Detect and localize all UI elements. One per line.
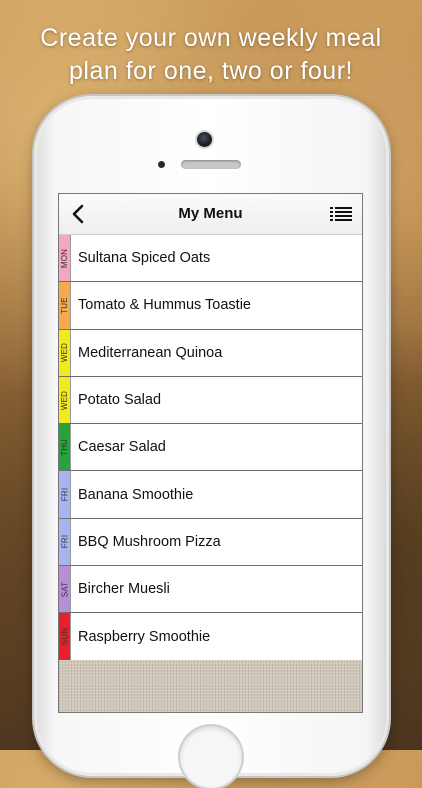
headline-line-1: Create your own weekly meal: [40, 24, 382, 52]
day-label: MON: [60, 248, 70, 268]
menu-list: MON Sultana Spiced Oats TUE Tomato & Hum…: [59, 235, 362, 661]
list-icon: [330, 207, 352, 221]
menu-row-sat[interactable]: SAT Bircher Muesli: [59, 566, 362, 614]
day-label: THU: [60, 438, 70, 456]
day-label: SAT: [60, 581, 70, 598]
day-tag: SUN: [59, 613, 71, 660]
app-screen: My Menu MON Sultana Spiced Oats TUE Toma…: [58, 193, 363, 713]
headline-line-2: plan for one, two or four!: [69, 57, 353, 85]
headline: Create your own weekly meal plan for one…: [0, 22, 422, 88]
meal-name: Mediterranean Quinoa: [78, 344, 223, 361]
menu-row-tue[interactable]: TUE Tomato & Hummus Toastie: [59, 282, 362, 330]
linen-background: [59, 660, 362, 712]
day-label: SUN: [60, 627, 69, 646]
day-label: TUE: [60, 297, 70, 314]
meal-name: Bircher Muesli: [78, 581, 170, 598]
day-tag: SAT: [59, 566, 71, 613]
menu-row-sun[interactable]: SUN Raspberry Smoothie: [59, 613, 362, 661]
day-label: FRI: [60, 535, 69, 549]
day-label: FRI: [60, 487, 69, 502]
day-tag: THU: [59, 424, 71, 471]
meal-name: Potato Salad: [78, 392, 162, 409]
menu-row-wed[interactable]: WED Mediterranean Quinoa: [59, 329, 362, 377]
meal-name: BBQ Mushroom Pizza: [78, 533, 221, 550]
meal-name: Sultana Spiced Oats: [78, 250, 211, 267]
navigation-bar: My Menu: [59, 194, 362, 235]
day-tag: FRI: [59, 518, 71, 566]
day-tag: WED: [59, 329, 71, 376]
list-view-button[interactable]: [328, 203, 354, 225]
meal-name: Tomato & Hummus Toastie: [78, 297, 251, 314]
day-tag: WED: [59, 376, 71, 424]
day-label: WED: [60, 390, 70, 410]
proximity-sensor: [158, 161, 165, 168]
day-tag: TUE: [59, 282, 71, 329]
menu-row-wed-2[interactable]: WED Potato Salad: [59, 376, 362, 425]
meal-name: Caesar Salad: [78, 439, 166, 456]
menu-row-fri[interactable]: FRI Banana Smoothie: [59, 471, 362, 519]
home-button[interactable]: [180, 726, 242, 788]
menu-row-fri-2[interactable]: FRI BBQ Mushroom Pizza: [59, 518, 362, 567]
meal-name: Banana Smoothie: [78, 486, 194, 503]
page-title: My Menu: [178, 205, 243, 222]
front-camera: [197, 132, 212, 147]
menu-row-thu[interactable]: THU Caesar Salad: [59, 424, 362, 472]
earpiece-speaker: [181, 160, 241, 169]
meal-name: Raspberry Smoothie: [78, 628, 211, 645]
day-tag: MON: [59, 235, 71, 282]
day-tag: FRI: [59, 471, 71, 518]
day-label: WED: [60, 343, 70, 363]
menu-row-mon[interactable]: MON Sultana Spiced Oats: [59, 235, 362, 283]
